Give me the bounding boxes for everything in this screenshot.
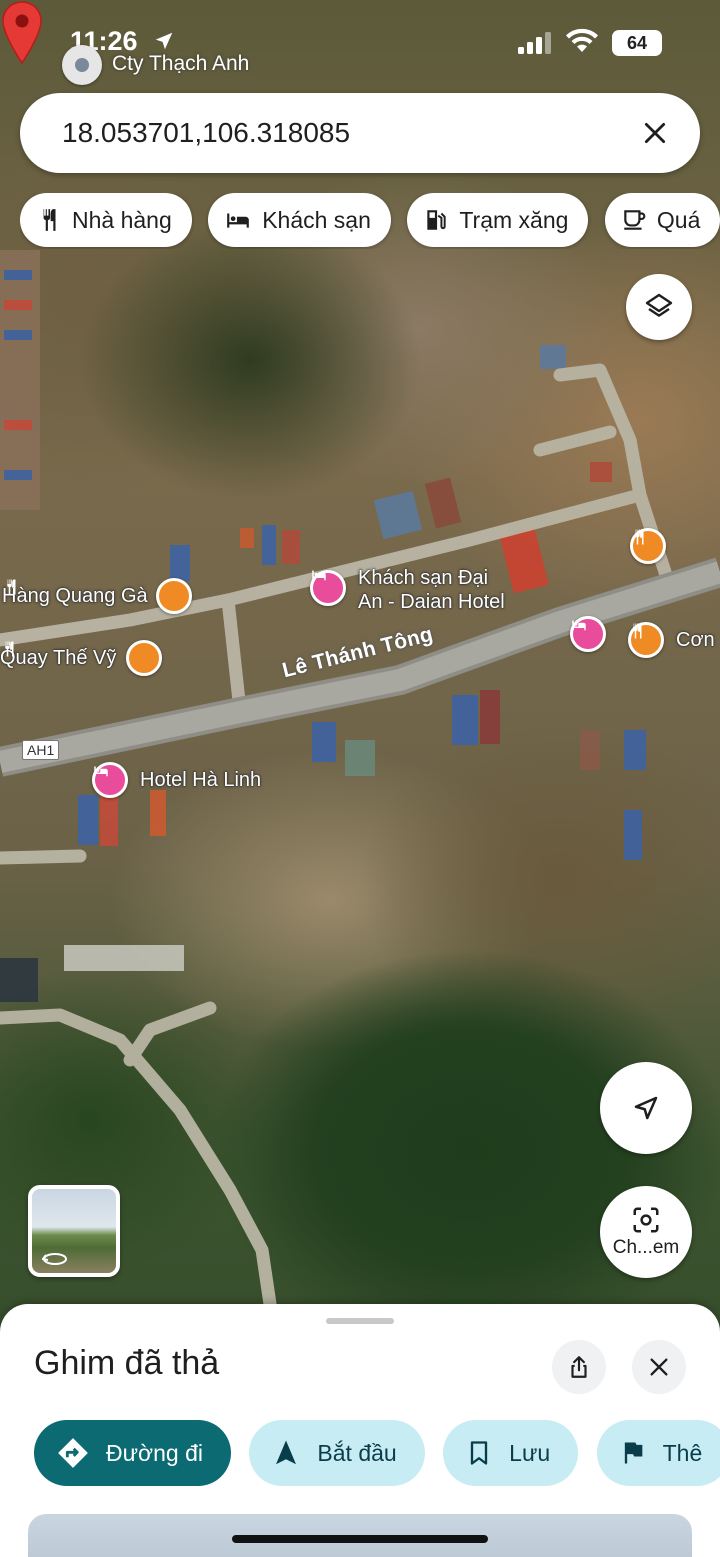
chip-label: Nhà hàng: [72, 206, 172, 233]
poi-com[interactable]: Cơn: [628, 622, 715, 658]
close-icon: [644, 122, 666, 144]
directions-icon: [58, 1438, 88, 1468]
restaurant-icon: [7, 578, 192, 614]
chip-gas-stations[interactable]: Trạm xăng: [407, 193, 589, 247]
chip-label: Quá: [656, 206, 701, 233]
directions-button[interactable]: Đường đi: [34, 1420, 231, 1486]
poi-restaurant-top-right[interactable]: [630, 528, 666, 564]
action-label: Thê: [662, 1439, 703, 1466]
hotel-icon: [570, 616, 606, 652]
restaurant-icon: [628, 622, 664, 658]
chip-hotels[interactable]: Khách sạn: [208, 193, 391, 247]
close-icon: [650, 1358, 668, 1376]
restaurant-icon: [43, 209, 56, 231]
sheet-title: Ghim đã thả: [34, 1344, 220, 1382]
poi-khach-san-dai-an[interactable]: Khách sạn Đại An - Daian Hotel: [310, 566, 505, 614]
navigation-arrow-icon: [634, 1096, 658, 1120]
poi-hotel-right[interactable]: [570, 616, 606, 652]
clear-search-button[interactable]: [638, 116, 672, 150]
action-label: Bắt đầu: [317, 1439, 397, 1466]
chip-label: Trạm xăng: [459, 206, 569, 233]
hotel-icon: [310, 570, 346, 606]
poi-label: Khách sạn Đại An - Daian Hotel: [358, 567, 505, 613]
category-chips: Nhà hàng Khách sạn Trạm xăng Quá: [20, 193, 720, 249]
search-bar[interactable]: 18.053701,106.318085: [20, 93, 700, 173]
bookmark-icon: [471, 1441, 488, 1465]
signal-icon: [518, 32, 551, 54]
lens-button-label: Ch...em: [612, 1237, 680, 1258]
search-query[interactable]: 18.053701,106.318085: [62, 117, 638, 149]
battery-indicator: 64: [612, 30, 662, 56]
hotel-icon: [92, 762, 128, 798]
share-button[interactable]: [552, 1340, 606, 1394]
poi-label: Hàng Quang Gà: [2, 585, 148, 607]
close-sheet-button[interactable]: [632, 1340, 686, 1394]
restaurant-icon: [5, 640, 163, 676]
share-icon: [571, 1356, 587, 1378]
status-bar: 11:26 Cty Thạch Anh 64: [0, 0, 720, 85]
layers-icon: [645, 293, 673, 317]
camera-lens-icon: [633, 1207, 659, 1233]
gas-station-icon: [427, 210, 447, 230]
my-location-button[interactable]: [600, 1062, 692, 1154]
highway-shield: AH1: [22, 740, 60, 760]
street-view-thumbnail[interactable]: [28, 1185, 120, 1277]
chip-restaurants[interactable]: Nhà hàng: [20, 193, 192, 247]
location-marker-icon: [62, 45, 102, 85]
map-layers-button[interactable]: [626, 274, 692, 340]
add-label-button[interactable]: Thê: [596, 1420, 720, 1486]
location-arrow-icon: [155, 32, 173, 50]
chip-cafes[interactable]: Quá: [604, 193, 720, 247]
carrier-label: Cty Thạch Anh: [112, 52, 250, 75]
navigation-start-icon: [276, 1440, 297, 1465]
poi-hang-quang-ga[interactable]: Hàng Quang Gà: [2, 578, 192, 614]
start-navigation-button[interactable]: Bắt đầu: [249, 1420, 425, 1486]
save-button[interactable]: Lưu: [443, 1420, 579, 1486]
poi-hotel-ha-linh[interactable]: Hotel Hà Linh: [92, 762, 261, 798]
action-label: Đường đi: [106, 1439, 203, 1466]
home-indicator[interactable]: [232, 1535, 488, 1543]
rotate-360-icon: [42, 1253, 67, 1265]
wifi-icon: [566, 28, 598, 52]
lens-search-button[interactable]: Ch...em: [600, 1186, 692, 1278]
restaurant-icon: [630, 528, 666, 564]
poi-label: Hotel Hà Linh: [140, 769, 262, 791]
action-label: Lưu: [509, 1439, 551, 1466]
cafe-icon: [624, 210, 646, 230]
chip-label: Khách sạn: [262, 206, 371, 233]
action-buttons-row: Đường đi Bắt đầu Lưu Thê: [34, 1420, 720, 1486]
flag-icon: [624, 1442, 642, 1464]
hotel-icon: [227, 213, 250, 228]
poi-label: Cơn: [676, 629, 715, 651]
poi-quay-the-vy[interactable]: Quay Thế Vỹ: [0, 640, 163, 676]
sheet-drag-handle[interactable]: [326, 1318, 394, 1324]
place-bottom-sheet[interactable]: Ghim đã thả Đường đi Bắt đầu Lưu Thê: [0, 1304, 720, 1557]
